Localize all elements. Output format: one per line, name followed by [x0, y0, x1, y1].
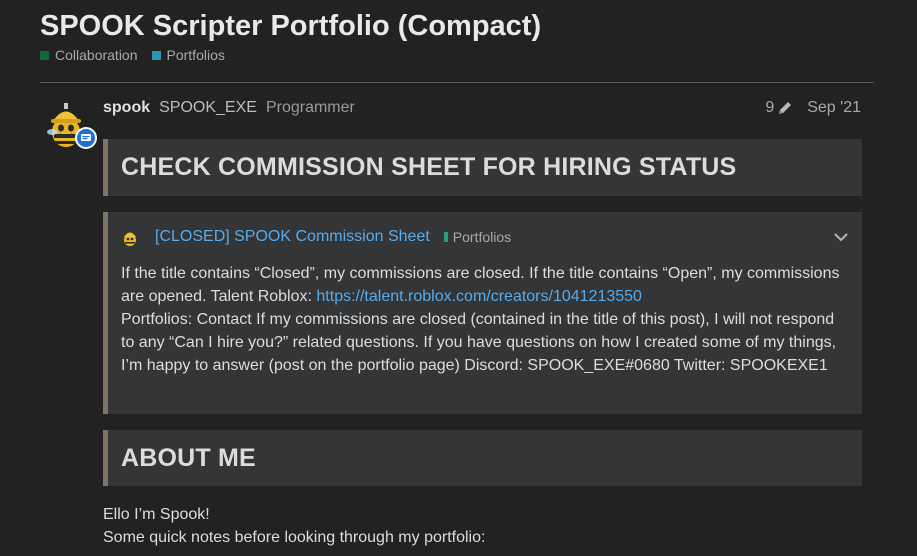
title-divider	[40, 82, 874, 83]
onebox-excerpt: If the title contains “Closed”, my commi…	[121, 262, 849, 377]
edit-count: 9	[765, 99, 775, 116]
tag-label: Portfolios	[166, 47, 225, 63]
pencil-icon	[779, 102, 792, 114]
category-color-square	[151, 50, 161, 60]
edit-history-button[interactable]: 9	[765, 99, 793, 117]
post-fullname[interactable]: SPOOK_EXE	[159, 99, 257, 117]
post-meta: spook SPOOK_EXE Programmer 9 Sep '21	[103, 97, 861, 119]
topic-title: SPOOK Scripter Portfolio (Compact)	[40, 10, 542, 42]
tag-label: Collaboration	[55, 47, 138, 63]
body-line-2: Some quick notes before looking through …	[103, 529, 486, 546]
onebox-header: [CLOSED] SPOOK Commission Sheet Portfoli…	[121, 226, 850, 248]
topic-tags: Collaboration Portfolios	[40, 47, 225, 63]
message-badge-icon	[81, 134, 91, 141]
post-user-title: Programmer	[265, 99, 355, 116]
tag-portfolios[interactable]: Portfolios	[151, 47, 225, 63]
body-line-1: Ello I’m Spook!	[103, 506, 210, 523]
tag-collaboration[interactable]: Collaboration	[40, 47, 138, 63]
talent-roblox-link[interactable]: https://talent.roblox.com/creators/10412…	[316, 288, 642, 305]
onebox-avatar-icon	[124, 232, 136, 246]
onebox-category[interactable]: Portfolios	[443, 229, 512, 245]
post-date[interactable]: Sep '21	[807, 99, 861, 117]
category-color-square	[443, 232, 448, 242]
heading-hiring-status: CHECK COMMISSION SHEET FOR HIRING STATUS	[103, 139, 862, 196]
post-body: Ello I’m Spook! Some quick notes before …	[103, 503, 485, 549]
onebox-category-label: Portfolios	[452, 229, 512, 245]
post-username[interactable]: spook	[103, 99, 150, 117]
chevron-down-icon[interactable]	[832, 228, 850, 246]
heading-text: ABOUT ME	[121, 443, 256, 472]
linked-topic-onebox: [CLOSED] SPOOK Commission Sheet Portfoli…	[103, 212, 862, 414]
category-color-square	[40, 50, 49, 60]
onebox-title-link[interactable]: [CLOSED] SPOOK Commission Sheet	[155, 228, 430, 246]
user-avatar[interactable]	[44, 98, 98, 152]
heading-about-me: ABOUT ME	[103, 430, 862, 486]
onebox-text-2: Portfolios: Contact If my commissions ar…	[121, 311, 837, 374]
heading-text: CHECK COMMISSION SHEET FOR HIRING STATUS	[121, 153, 737, 181]
